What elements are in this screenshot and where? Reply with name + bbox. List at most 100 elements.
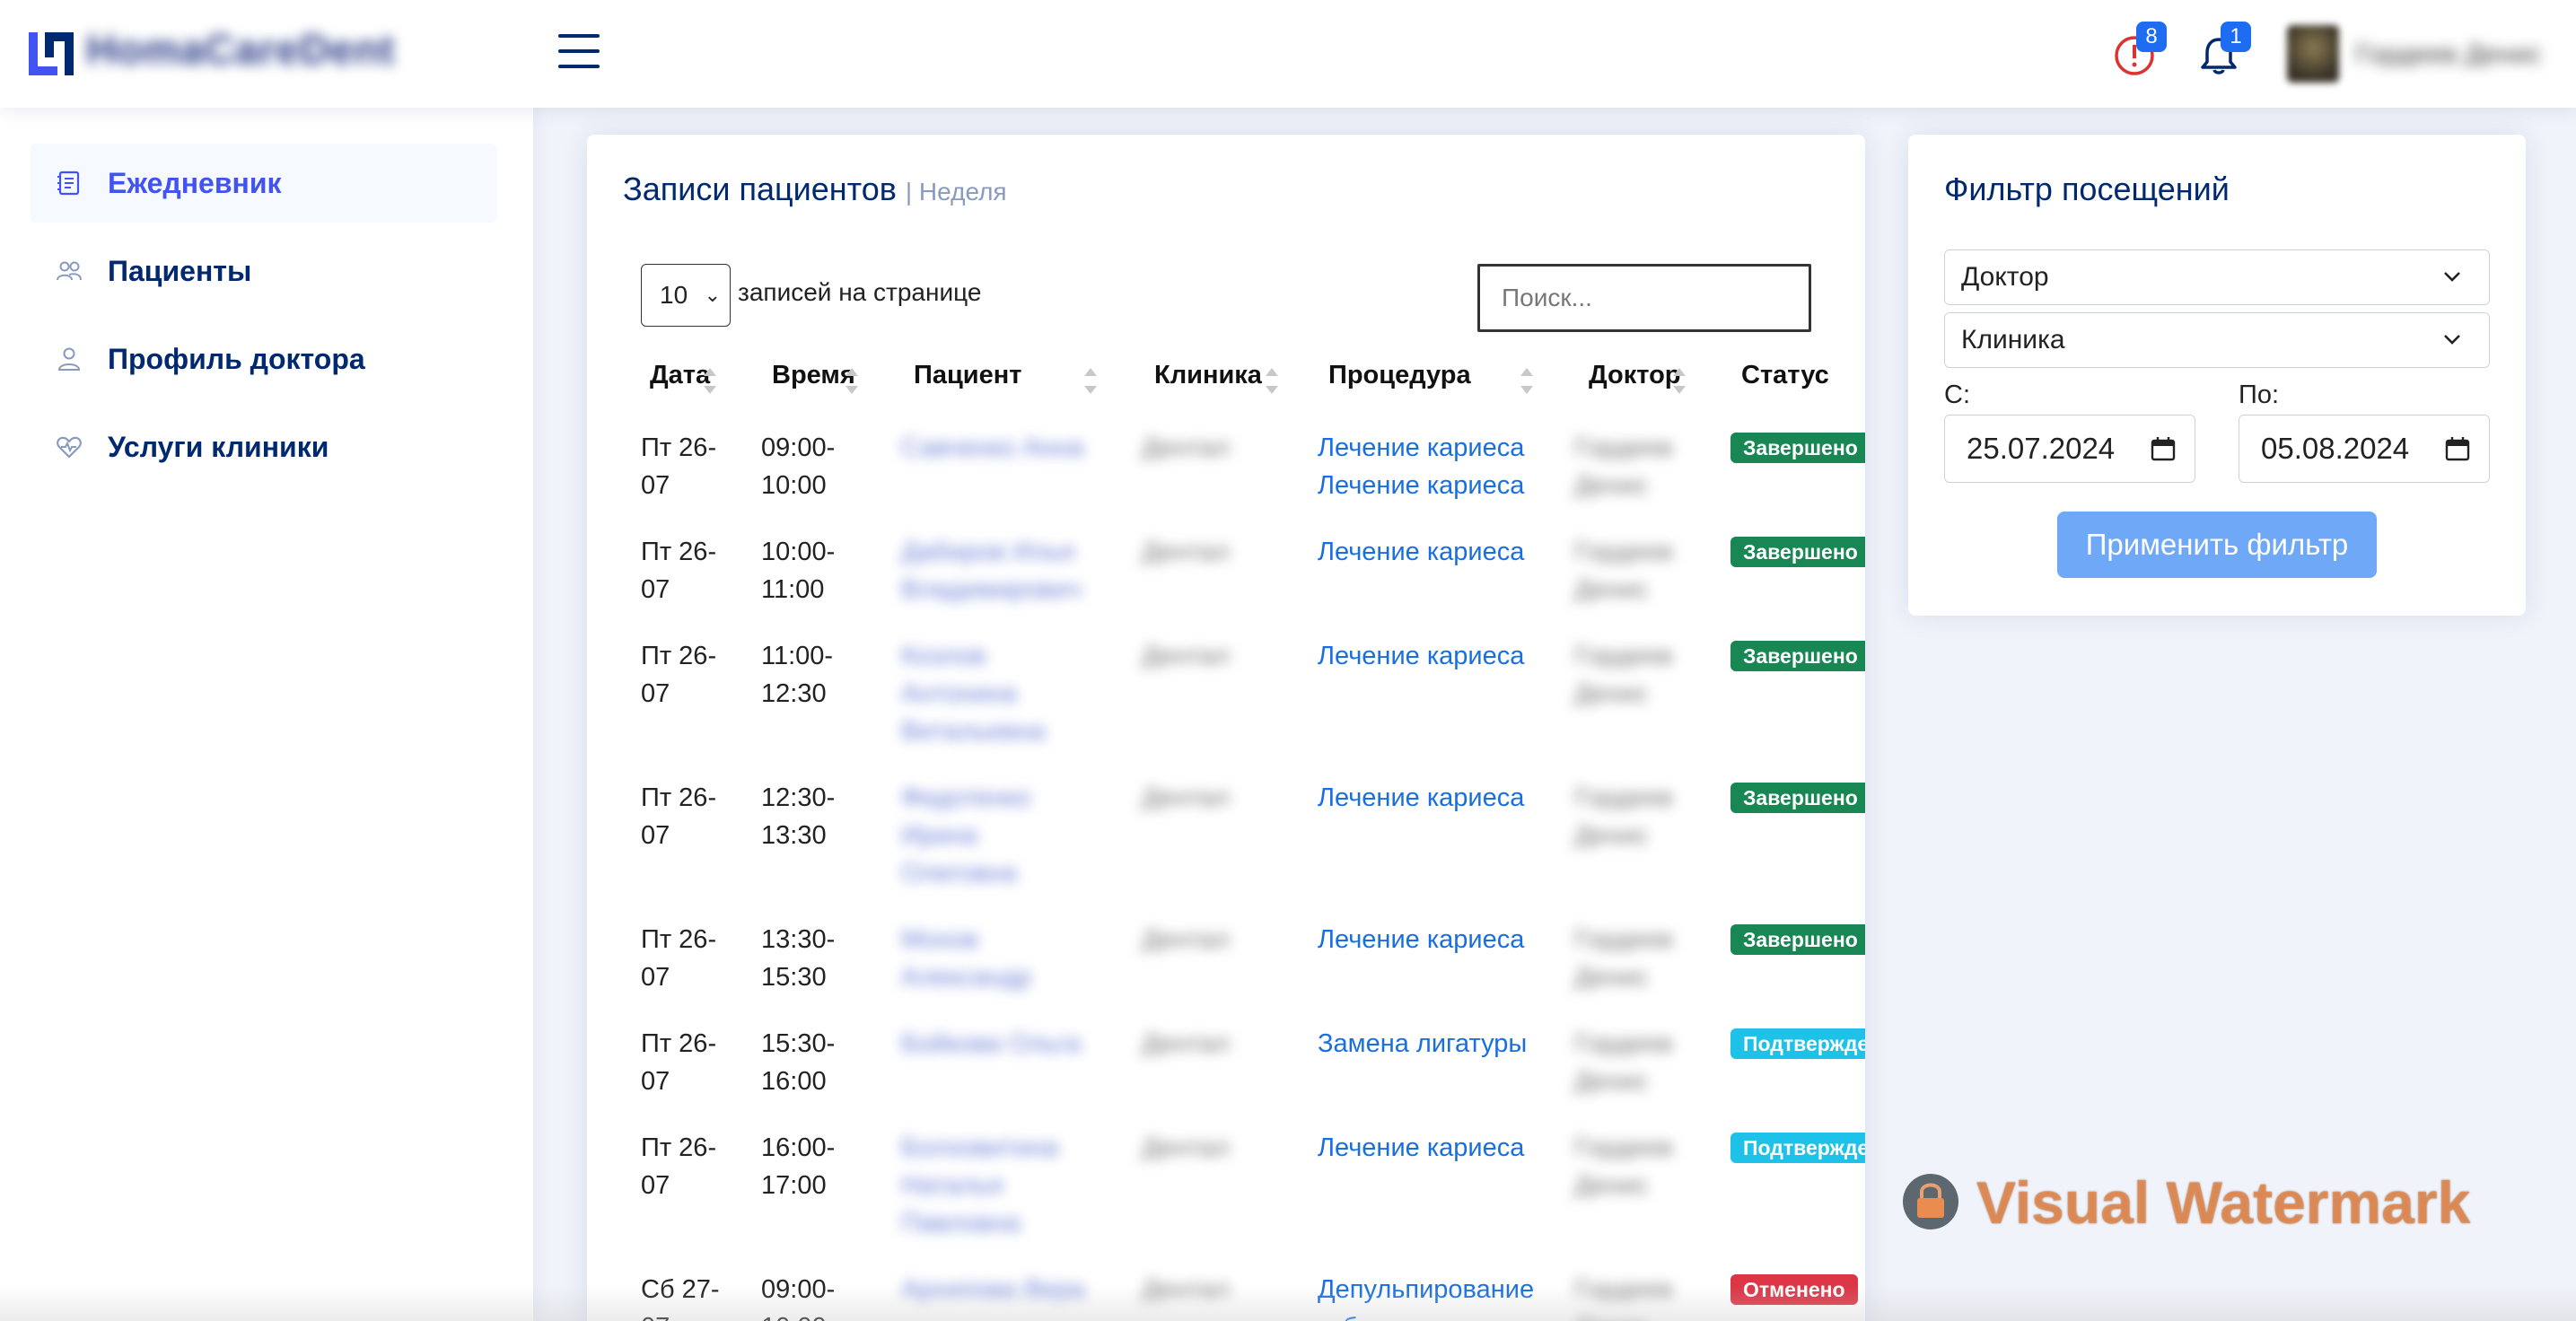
sidebar-item-label: Ежедневник — [108, 166, 282, 199]
chevron-down-icon — [2444, 335, 2460, 345]
date-cell: Пт 26- 07 — [641, 433, 717, 500]
doctor-cell: ГордеевДенис — [1574, 433, 1673, 500]
clinic-cell: Дентал — [1142, 1029, 1230, 1058]
calendar-icon[interactable] — [2444, 435, 2471, 462]
lock-icon — [1903, 1174, 1958, 1229]
menu-toggle-button[interactable] — [558, 34, 600, 72]
patient-cell[interactable]: Бойкова Ольга — [901, 1025, 1081, 1063]
procedure-cell[interactable]: Лечение кариеса — [1318, 533, 1524, 571]
procedure-cell[interactable]: Лечение кариеса Лечение кариеса — [1318, 429, 1524, 504]
notifications-count-badge: 1 — [2221, 22, 2251, 52]
clinic-cell: Дентал — [1142, 538, 1230, 566]
sidebar: Ежедневник Пациенты Профиль доктора Услу… — [0, 108, 533, 1321]
patient-cell[interactable]: Савченко Анна — [901, 429, 1083, 467]
time-cell: 16:00- 17:00 — [761, 1133, 836, 1200]
sidebar-item-doctor-profile[interactable]: Профиль доктора — [31, 319, 497, 398]
to-date-label: По: — [2239, 381, 2280, 409]
sort-icon[interactable] — [846, 364, 858, 400]
procedure-cell[interactable]: Депульпированиезуба — [1318, 1271, 1534, 1321]
column-header-clinic[interactable]: Клиника — [1154, 361, 1262, 390]
column-header-patient[interactable]: Пациент — [914, 361, 1021, 390]
date-cell: Пт 26- 07 — [641, 783, 717, 850]
doctor-cell: ГордеевДенис — [1574, 1275, 1673, 1321]
top-header: HomaCareDent 8 1 Гордеев Денис — [0, 0, 2576, 108]
sidebar-item-patients[interactable]: Пациенты — [31, 232, 497, 311]
sort-icon[interactable] — [1084, 364, 1097, 400]
patient-cell[interactable]: Дабиров Илья Владимирович — [901, 533, 1082, 608]
clinic-select-value: Клиника — [1961, 325, 2065, 354]
doctor-cell: ГордеевДенис — [1574, 925, 1673, 992]
procedure-cell[interactable]: Замена лигатуры — [1318, 1025, 1527, 1063]
person-icon — [56, 346, 83, 372]
doctor-select[interactable]: Доктор — [1944, 249, 2490, 305]
column-header-date[interactable]: Дата — [650, 361, 710, 390]
from-date-value: 25.07.2024 — [1967, 432, 2116, 465]
sidebar-item-clinic-services[interactable]: Услуги клиники — [31, 407, 497, 486]
heart-pulse-icon — [56, 433, 83, 460]
sidebar-item-label: Услуги клиники — [108, 430, 329, 463]
people-icon — [56, 258, 83, 284]
from-date-input[interactable]: 25.07.2024 — [1944, 415, 2195, 483]
page-length-value: 10 — [660, 281, 688, 309]
doctor-cell: ГордеевДенис — [1574, 1029, 1673, 1096]
alerts-button[interactable]: 8 — [2113, 22, 2167, 79]
status-badge: Подтверждено — [1730, 1133, 1865, 1163]
avatar[interactable] — [2287, 25, 2339, 83]
column-header-doctor[interactable]: Доктор — [1589, 361, 1681, 390]
sort-icon[interactable] — [1266, 364, 1278, 400]
to-date-input[interactable]: 05.08.2024 — [2239, 415, 2490, 483]
page-length-select[interactable]: 10 ⌄ — [641, 264, 731, 327]
search-input[interactable]: Поиск... — [1477, 264, 1811, 332]
status-badge: Завершено — [1730, 537, 1865, 567]
date-cell: Пт 26- 07 — [641, 538, 717, 604]
patient-cell[interactable]: Мохов Александр — [901, 921, 1031, 996]
date-cell: Пт 26- 07 — [641, 1029, 717, 1096]
user-name[interactable]: Гордеев Денис — [2355, 39, 2541, 70]
patient-cell[interactable]: Архипова Вера — [901, 1271, 1085, 1308]
doctor-select-value: Доктор — [1961, 262, 2049, 292]
from-date-label: С: — [1944, 381, 1970, 409]
sidebar-item-diary[interactable]: Ежедневник — [31, 144, 497, 223]
column-header-procedure[interactable]: Процедура — [1328, 361, 1471, 390]
to-date-value: 05.08.2024 — [2261, 432, 2410, 465]
clinic-cell: Дентал — [1142, 642, 1230, 670]
column-header-time[interactable]: Время — [772, 361, 855, 390]
doctor-cell: ГордеевДенис — [1574, 642, 1673, 708]
notifications-button[interactable]: 1 — [2197, 22, 2251, 79]
procedure-cell[interactable]: Лечение кариеса — [1318, 637, 1524, 675]
patient-cell[interactable]: Болховитина Наталья Павловна — [901, 1129, 1058, 1242]
time-cell: 09:00-10:00 — [761, 433, 836, 500]
chevron-down-icon: ⌄ — [704, 284, 721, 306]
card-title: Записи пациентов | Неделя — [623, 171, 1007, 208]
sidebar-item-label: Пациенты — [108, 254, 252, 287]
sort-icon[interactable] — [1673, 364, 1686, 400]
procedure-cell[interactable]: Лечение кариеса — [1318, 1129, 1524, 1167]
sort-icon[interactable] — [1520, 364, 1533, 400]
clinic-cell: Дентал — [1142, 783, 1230, 812]
doctor-cell: ГордеевДенис — [1574, 1133, 1673, 1200]
column-header-status[interactable]: Статус — [1741, 361, 1829, 390]
calendar-icon[interactable] — [2150, 435, 2177, 462]
date-cell: Пт 26- 07 — [641, 925, 717, 992]
patient-records-card: Записи пациентов | Неделя 10 ⌄ записей н… — [587, 135, 1865, 1321]
time-cell: 13:30- 15:30 — [761, 925, 836, 992]
page-length-label: записей на странице — [738, 278, 982, 306]
status-badge: Завершено — [1730, 924, 1865, 955]
date-cell: Сб 27-07 — [641, 1275, 720, 1321]
apply-filter-button[interactable]: Применить фильтр — [2057, 512, 2377, 578]
logo-icon[interactable] — [27, 31, 75, 77]
clinic-select[interactable]: Клиника — [1944, 312, 2490, 368]
watermark-text: Visual Watermark — [1976, 1169, 2471, 1236]
procedure-cell[interactable]: Лечение кариеса — [1318, 779, 1524, 817]
status-badge: Отменено — [1730, 1274, 1858, 1305]
journal-icon — [56, 170, 83, 197]
sort-icon[interactable] — [704, 364, 716, 400]
time-cell: 15:30- 16:00 — [761, 1029, 836, 1096]
procedure-cell[interactable]: Лечение кариеса — [1318, 921, 1524, 958]
patient-cell[interactable]: Федотенко Ирина Олеговна — [901, 779, 1030, 892]
filter-title: Фильтр посещений — [1944, 171, 2230, 207]
status-badge: Завершено — [1730, 783, 1865, 813]
brand-name[interactable]: HomaCareDent — [86, 25, 395, 74]
patient-cell[interactable]: Козлов Антонина Витальевна — [901, 637, 1045, 750]
status-badge: Завершено — [1730, 433, 1865, 463]
